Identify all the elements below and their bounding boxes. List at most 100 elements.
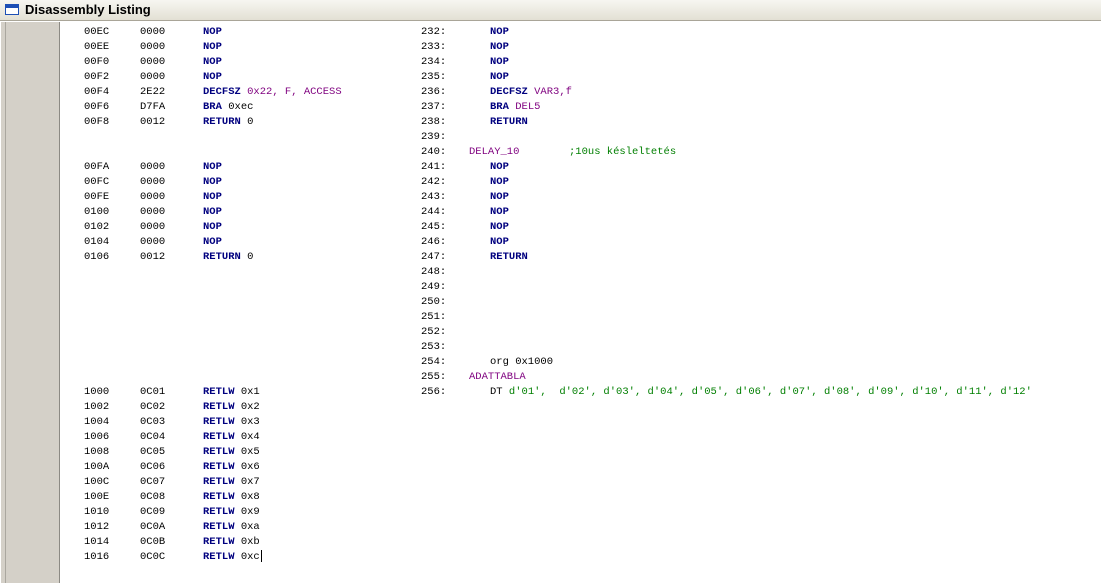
mnemonic: NOP	[203, 161, 222, 173]
opcode: 0000	[140, 41, 166, 53]
listing-row[interactable]: 250:	[0, 295, 1101, 310]
listing-row[interactable]: 1014 0C0B RETLW 0xb	[0, 535, 1101, 550]
mnemonic: RETLW	[203, 506, 235, 518]
disasm-instruction: NOP	[203, 25, 222, 40]
listing-row[interactable]: 00F0 0000 NOP 234: NOP	[0, 55, 1101, 70]
listing-row[interactable]: 100C 0C07 RETLW 0x7	[0, 475, 1101, 490]
listing-row[interactable]: 100A 0C06 RETLW 0x6	[0, 460, 1101, 475]
source-operands: DEL5	[515, 101, 541, 113]
opcode: 0000	[140, 191, 166, 203]
listing-row[interactable]: 100E 0C08 RETLW 0x8	[0, 490, 1101, 505]
listing-row[interactable]: 239:	[0, 130, 1101, 145]
listing-row[interactable]: 249:	[0, 280, 1101, 295]
source-statement: org 0x1000	[490, 355, 553, 370]
operands: 0x4	[240, 431, 260, 443]
listing-row[interactable]: 1008 0C05 RETLW 0x5	[0, 445, 1101, 460]
listing-row[interactable]: 00EC 0000 NOP 232: NOP	[0, 25, 1101, 40]
listing-row[interactable]: 1004 0C03 RETLW 0x3	[0, 415, 1101, 430]
disasm-instruction: RETLW 0x1	[203, 385, 260, 400]
source-operands: VAR3,f	[534, 86, 572, 98]
listing-row[interactable]: 252:	[0, 325, 1101, 340]
source-line-number: 246:	[421, 236, 447, 248]
source-mnemonic: BRA	[490, 101, 509, 113]
source-mnemonic: NOP	[490, 206, 509, 218]
source-line-number: 240:	[421, 146, 447, 158]
source-statement: NOP	[490, 55, 509, 70]
source-label: DELAY_10	[469, 146, 520, 158]
address: 00F8	[84, 116, 110, 128]
source-statement: NOP	[490, 205, 509, 220]
listing-row[interactable]: 00F4 2E22 DECFSZ 0x22, F, ACCESS 236: DECFSZ…	[0, 85, 1101, 100]
source-directive: DT	[490, 386, 503, 398]
listing-row[interactable]: 255: ADATTABLA	[0, 370, 1101, 385]
listing-row[interactable]: 1006 0C04 RETLW 0x4	[0, 430, 1101, 445]
source-statement: RETURN	[490, 115, 528, 130]
listing-row[interactable]: 00FE 0000 NOP 243: NOP	[0, 190, 1101, 205]
listing-row[interactable]: 00FC 0000 NOP 242: NOP	[0, 175, 1101, 190]
mnemonic: RETURN	[203, 116, 241, 128]
disasm-instruction: RETLW 0x7	[203, 475, 260, 490]
address: 00EC	[84, 26, 110, 38]
address: 1016	[84, 551, 110, 563]
listing-row[interactable]: 00F6 D7FA BRA 0xec 237: BRA DEL5	[0, 100, 1101, 115]
source-mnemonic: NOP	[490, 176, 509, 188]
listing-row[interactable]: 1010 0C09 RETLW 0x9	[0, 505, 1101, 520]
disasm-instruction: RETLW 0xb	[203, 535, 260, 550]
listing-row[interactable]: 00EE 0000 NOP 233: NOP	[0, 40, 1101, 55]
listing-row[interactable]: 0106 0012 RETURN 0 247: RETURN	[0, 250, 1101, 265]
title-bar: Disassembly Listing	[0, 0, 1101, 21]
listing-row[interactable]: 251:	[0, 310, 1101, 325]
opcode: 0000	[140, 56, 166, 68]
listing-row[interactable]: 0100 0000 NOP 244: NOP	[0, 205, 1101, 220]
disasm-instruction: RETLW 0x8	[203, 490, 260, 505]
operands: 0x7	[240, 476, 260, 488]
operands: 0x6	[240, 461, 260, 473]
source-line-number: 234:	[421, 56, 447, 68]
listing-row[interactable]: 253:	[0, 340, 1101, 355]
opcode: 0000	[140, 71, 166, 83]
listing-row[interactable]: 0102 0000 NOP 245: NOP	[0, 220, 1101, 235]
source-line-number: 251:	[421, 311, 447, 323]
opcode: 0C03	[140, 416, 166, 428]
address: 1004	[84, 416, 110, 428]
operands: 0xec	[228, 101, 254, 113]
address: 100A	[84, 461, 110, 473]
operands: 0x5	[240, 446, 260, 458]
address: 0100	[84, 206, 110, 218]
listing-row[interactable]: 00FA 0000 NOP 241: NOP	[0, 160, 1101, 175]
source-line-number: 244:	[421, 206, 447, 218]
listing-row[interactable]: 254: org 0x1000	[0, 355, 1101, 370]
listing-row[interactable]: 1000 0C01 RETLW 0x1 256: DT d'01', d'02', d'…	[0, 385, 1101, 400]
source-statement: NOP	[490, 25, 509, 40]
listing-row[interactable]: 248:	[0, 265, 1101, 280]
source-line-number: 243:	[421, 191, 447, 203]
mnemonic: RETLW	[203, 401, 235, 413]
source-mnemonic: RETURN	[490, 116, 528, 128]
listing-row[interactable]: 1016 0C0C RETLW 0xc	[0, 550, 1101, 565]
mnemonic: BRA	[203, 101, 222, 113]
opcode: 0000	[140, 176, 166, 188]
operands: 0	[247, 251, 254, 263]
address: 1008	[84, 446, 110, 458]
mnemonic: NOP	[203, 176, 222, 188]
window-icon[interactable]	[5, 4, 19, 15]
mnemonic: NOP	[203, 56, 222, 68]
listing-row[interactable]: 00F2 0000 NOP 235: NOP	[0, 70, 1101, 85]
source-statement: NOP	[490, 190, 509, 205]
source-statement: NOP	[490, 220, 509, 235]
listing-row[interactable]: 00F8 0012 RETURN 0 238: RETURN	[0, 115, 1101, 130]
source-line-number: 254:	[421, 356, 447, 368]
listing-row[interactable]: 1002 0C02 RETLW 0x2	[0, 400, 1101, 415]
source-mnemonic: DECFSZ	[490, 86, 528, 98]
listing-row[interactable]: 240: DELAY_10 ;10us késleltetés	[0, 145, 1101, 160]
source-statement: DECFSZ VAR3,f	[490, 85, 572, 100]
disassembly-listing[interactable]: 00EC 0000 NOP 232: NOP 00EE 0000 NOP 233: NOP 00F0…	[0, 22, 1101, 583]
opcode: 0012	[140, 116, 166, 128]
operands: 0	[247, 116, 254, 128]
listing-row[interactable]: 0104 0000 NOP 246: NOP	[0, 235, 1101, 250]
source-code: DELAY_10 ;10us késleltetés	[469, 145, 676, 160]
opcode: 0C0A	[140, 521, 166, 533]
listing-row[interactable]: 1012 0C0A RETLW 0xa	[0, 520, 1101, 535]
mnemonic: RETLW	[203, 446, 235, 458]
mnemonic: RETLW	[203, 521, 235, 533]
